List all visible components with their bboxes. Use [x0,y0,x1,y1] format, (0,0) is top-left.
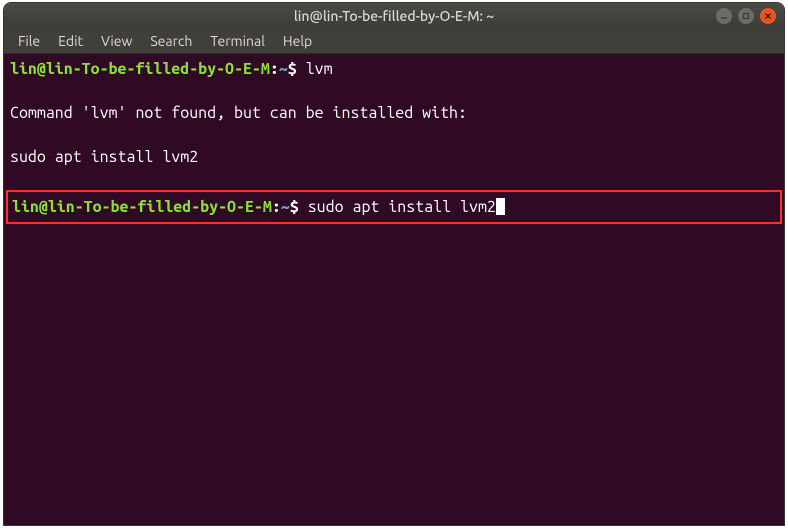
output-line: Command 'lvm' not found, but can be inst… [10,102,778,124]
menu-edit[interactable]: Edit [50,31,91,51]
titlebar[interactable]: lin@lin-To-be-filled-by-O-E-M: ~ [4,3,784,29]
empty-line [10,80,778,102]
menu-file[interactable]: File [10,31,48,51]
window-title: lin@lin-To-be-filled-by-O-E-M: ~ [12,8,776,24]
maximize-icon [742,12,750,20]
prompt-separator: : [272,198,281,216]
prompt-dollar: $ [288,60,306,78]
menu-terminal[interactable]: Terminal [202,31,273,51]
minimize-icon [720,12,728,20]
empty-line [10,124,778,146]
close-icon [764,12,772,20]
menubar: File Edit View Search Terminal Help [4,29,784,54]
close-button[interactable] [760,8,776,24]
terminal-window: lin@lin-To-be-filled-by-O-E-M: ~ File Ed… [3,2,785,526]
window-controls [716,8,776,24]
menu-search[interactable]: Search [142,31,200,51]
prompt-dollar: $ [290,198,308,216]
menu-view[interactable]: View [93,31,140,51]
minimize-button[interactable] [716,8,732,24]
maximize-button[interactable] [738,8,754,24]
command-text: sudo apt install lvm2 [308,198,496,216]
output-line: sudo apt install lvm2 [10,146,778,168]
empty-line [10,168,778,190]
prompt-path: ~ [281,198,290,216]
prompt-separator: : [270,60,279,78]
prompt-userhost: lin@lin-To-be-filled-by-O-E-M [10,60,270,78]
prompt-path: ~ [279,60,288,78]
cursor [496,198,505,215]
menu-help[interactable]: Help [275,31,320,51]
terminal-body[interactable]: lin@lin-To-be-filled-by-O-E-M:~$ lvm Com… [4,54,784,525]
prompt-userhost: lin@lin-To-be-filled-by-O-E-M [12,198,272,216]
command-text: lvm [306,60,333,78]
terminal-line: lin@lin-To-be-filled-by-O-E-M:~$ lvm [10,58,778,80]
highlight-annotation: lin@lin-To-be-filled-by-O-E-M:~$ sudo ap… [6,190,782,224]
